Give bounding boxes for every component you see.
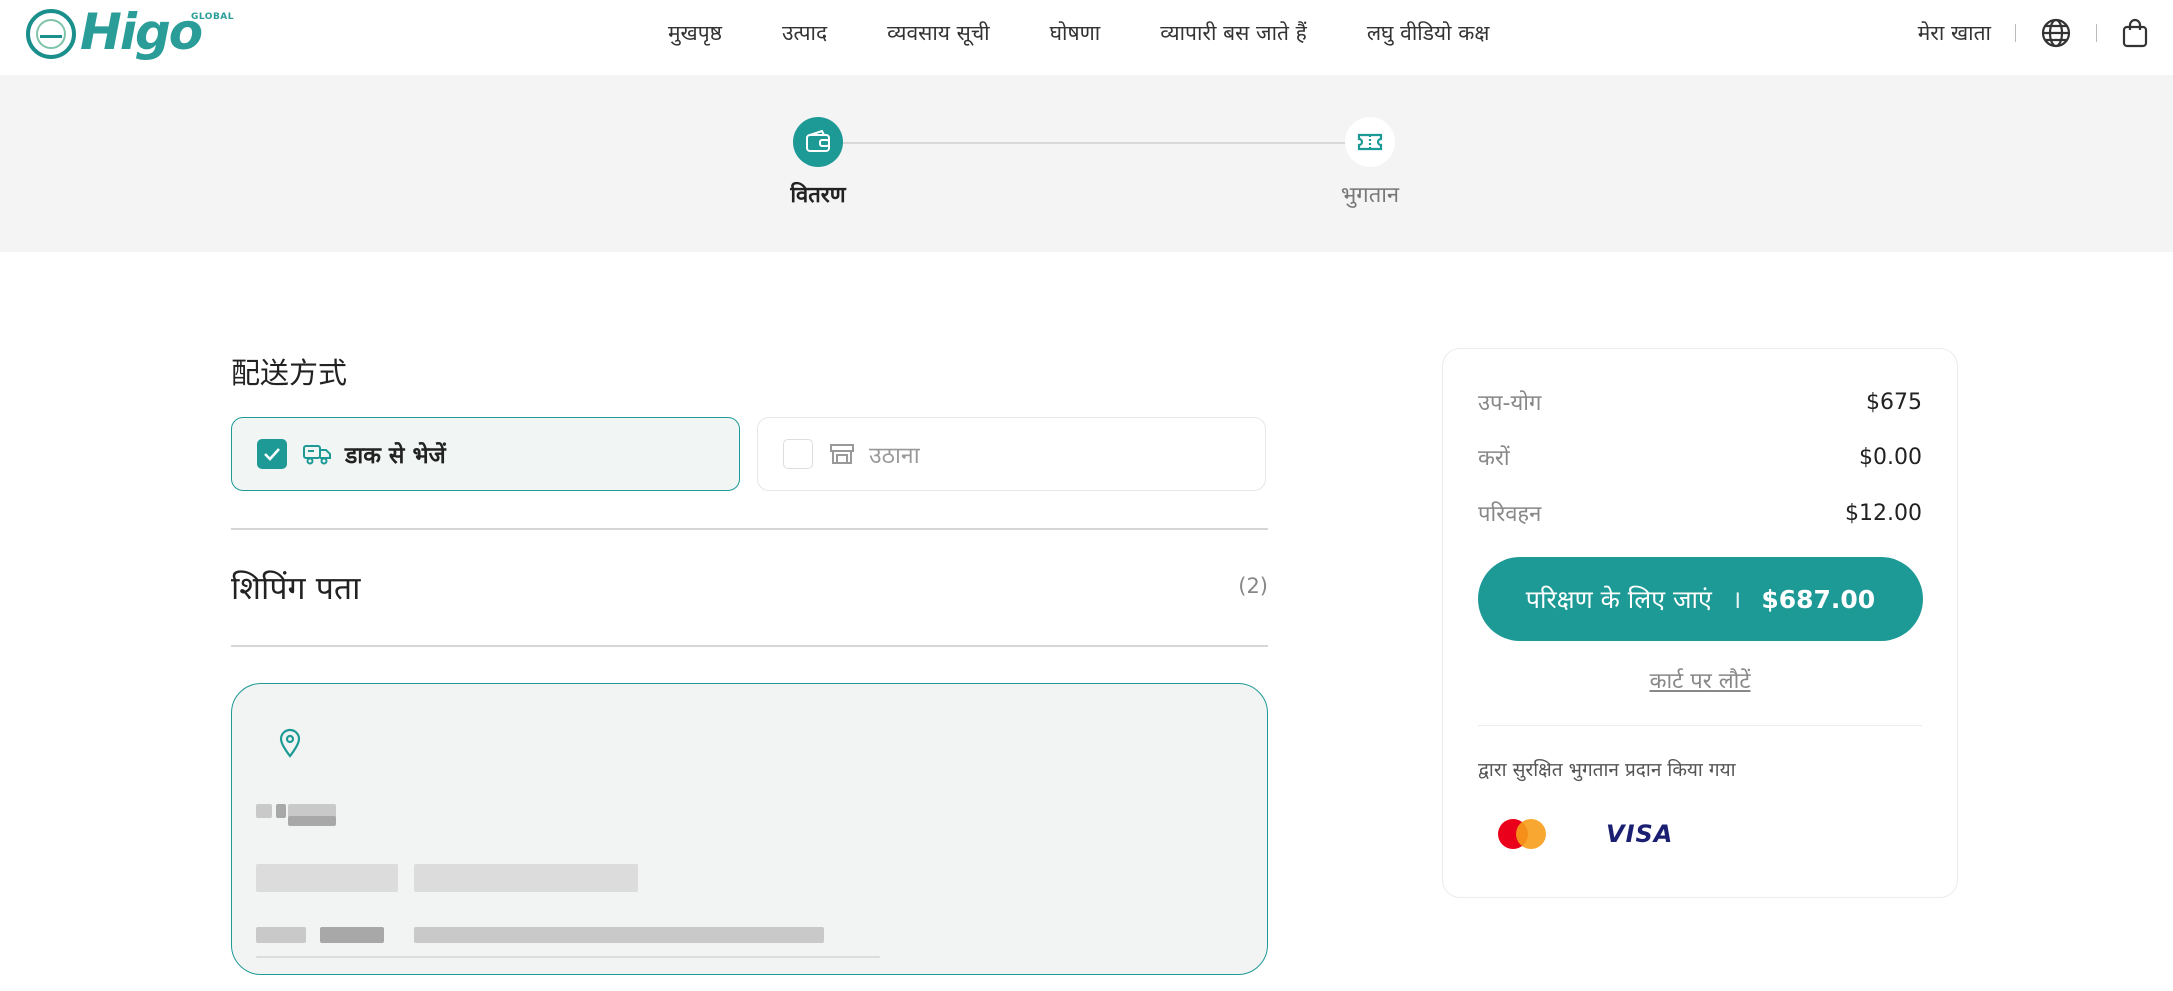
- summary-row-shipping: परिवहन $12.00: [1478, 498, 1922, 528]
- mastercard-icon: [1498, 819, 1546, 849]
- back-to-cart-link[interactable]: कार्ट पर लौटें: [1443, 665, 1957, 695]
- checkout-button[interactable]: परिक्षण के लिए जाएं । $687.00: [1478, 557, 1923, 641]
- delivery-method-title: 配送方式: [231, 356, 348, 390]
- truck-icon: [303, 443, 331, 465]
- nav-item-short-video[interactable]: लघु वीडियो कक्ष: [1367, 19, 1490, 47]
- summary-label: करों: [1478, 446, 1510, 471]
- checkout-total: $687.00: [1761, 584, 1876, 614]
- nav-item-home[interactable]: मुखपृष्ठ: [668, 19, 722, 47]
- visa-icon: VISA: [1606, 820, 1674, 848]
- redacted-address: [256, 927, 306, 943]
- ticket-icon: [1345, 117, 1395, 167]
- stepper-line: [818, 142, 1370, 144]
- divider: [1478, 725, 1922, 726]
- brand-name: Higo: [80, 3, 203, 61]
- delivery-option-pickup[interactable]: उठाना: [757, 417, 1266, 491]
- redacted-address: [256, 956, 880, 958]
- step-delivery[interactable]: वितरण: [758, 117, 878, 209]
- address-count: (2): [1238, 574, 1268, 598]
- redacted-address: [320, 927, 384, 943]
- redacted-phone: [256, 864, 398, 892]
- option-label: डाक से भेजें: [345, 443, 446, 469]
- globe-logo-icon: [26, 9, 76, 59]
- globe-icon[interactable]: [2040, 17, 2072, 49]
- order-summary: उप-योग $675 करों $0.00 परिवहन $12.00 परि…: [1442, 348, 1958, 898]
- divider: [231, 528, 1268, 530]
- divider: [2096, 24, 2097, 42]
- summary-label: उप-योग: [1478, 391, 1542, 416]
- checkout-divider: ।: [1731, 585, 1742, 614]
- delivery-option-post[interactable]: डाक से भेजें: [231, 417, 740, 491]
- nav-item-products[interactable]: उत्पाद: [782, 19, 827, 47]
- summary-value: $0.00: [1859, 444, 1922, 470]
- payment-logos: VISA: [1498, 819, 1673, 849]
- redacted-name: [276, 804, 286, 818]
- header-actions: मेरा खाता: [1918, 0, 2173, 66]
- main-nav: मुखपृष्ठ उत्पाद व्यवसाय सूची घोषणा व्याप…: [668, 0, 1549, 66]
- summary-row-subtotal: उप-योग $675: [1478, 387, 1922, 417]
- redacted-name: [256, 804, 272, 818]
- nav-item-business-list[interactable]: व्यवसाय सूची: [887, 19, 990, 47]
- site-header: Higo GLOBAL मुखपृष्ठ उत्पाद व्यवसाय सूची…: [0, 0, 2173, 75]
- shipping-address-title: शिपिंग पता: [231, 569, 361, 607]
- checkout-stepper: वितरण भुगतान: [0, 75, 2173, 252]
- store-icon: [829, 443, 855, 465]
- wallet-icon: [793, 117, 843, 167]
- brand-tagline: GLOBAL: [191, 12, 235, 22]
- step-label: भुगतान: [1340, 183, 1400, 208]
- location-pin-icon: [278, 728, 302, 762]
- secure-payment-text: द्वारा सुरक्षित भुगतान प्रदान किया गया: [1478, 759, 1736, 781]
- summary-label: परिवहन: [1478, 502, 1542, 527]
- logo[interactable]: Higo GLOBAL: [26, 3, 234, 61]
- summary-row-taxes: करों $0.00: [1478, 442, 1922, 472]
- checkbox-unchecked[interactable]: [783, 439, 813, 469]
- step-payment[interactable]: भुगतान: [1310, 117, 1430, 209]
- address-card[interactable]: [231, 683, 1268, 975]
- account-link[interactable]: मेरा खाता: [1918, 19, 1991, 47]
- divider: [2015, 24, 2016, 42]
- step-label: वितरण: [790, 183, 846, 208]
- checkout-label: परिक्षण के लिए जाएं: [1525, 585, 1712, 614]
- summary-value: $675: [1866, 389, 1922, 415]
- nav-item-announcements[interactable]: घोषणा: [1050, 19, 1101, 47]
- divider: [231, 645, 1268, 647]
- option-label: उठाना: [869, 443, 920, 469]
- checkbox-checked[interactable]: [257, 439, 287, 469]
- redacted-phone: [414, 864, 638, 892]
- shopping-bag-icon[interactable]: [2121, 18, 2149, 48]
- redacted-name: [288, 816, 336, 826]
- summary-value: $12.00: [1845, 500, 1922, 526]
- redacted-address: [414, 927, 824, 943]
- nav-item-merchants-settle[interactable]: व्यापारी बस जाते हैं: [1160, 19, 1307, 47]
